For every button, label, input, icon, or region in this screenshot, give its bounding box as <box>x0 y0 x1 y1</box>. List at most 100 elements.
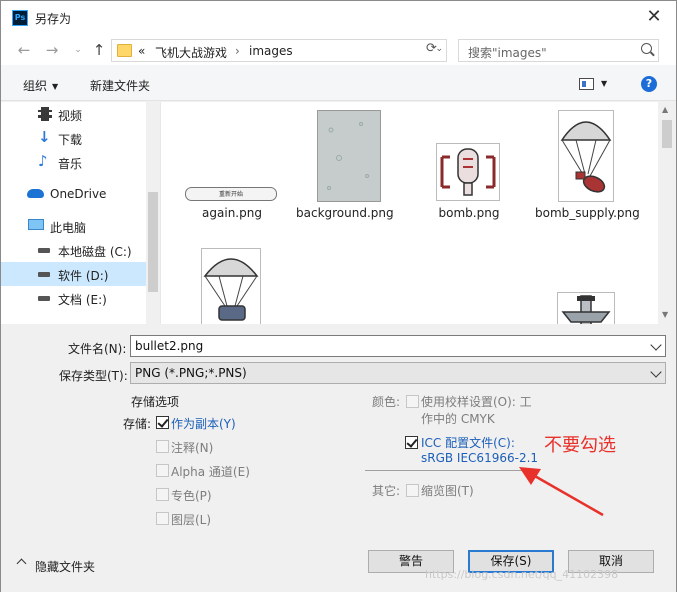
alpha-channel-checkbox <box>156 464 169 477</box>
back-arrow-icon[interactable]: ← <box>15 41 33 59</box>
search-icon[interactable] <box>641 43 652 54</box>
sidebar-item-music[interactable]: ♪ 音乐 <box>1 151 146 173</box>
breadcrumb-current[interactable]: images <box>249 44 293 58</box>
cloud-icon <box>27 189 44 198</box>
background-thumbnail <box>317 110 381 202</box>
proof-setup-checkbox <box>406 395 419 408</box>
search-box[interactable]: 搜索"images" <box>458 39 659 62</box>
drive-icon <box>38 296 50 301</box>
file-list-scrollbar[interactable]: ▲ ▼ <box>658 102 676 324</box>
music-icon: ♪ <box>38 152 48 170</box>
scroll-down-icon[interactable]: ▼ <box>662 310 668 319</box>
spot-color-label: 专色(P) <box>171 489 212 503</box>
filename-input[interactable]: bullet2.png <box>130 335 666 357</box>
thumbnail-label: 缩览图(T) <box>421 484 474 498</box>
search-placeholder: 搜索"images" <box>468 46 547 60</box>
bomb-thumbnail <box>436 143 500 201</box>
sidebar-scroll-thumb[interactable] <box>148 192 158 292</box>
bomb-supply-thumbnail <box>558 110 614 202</box>
breadcrumb-separator[interactable]: › <box>235 44 240 58</box>
drive-icon <box>38 272 50 277</box>
file-name: bomb_supply.png <box>535 206 640 220</box>
alpha-channel-label: Alpha 通道(E) <box>171 465 250 479</box>
title-bar: Ps 另存为 ✕ <box>1 1 676 35</box>
hide-folders-button[interactable]: 隐藏文件夹 <box>35 558 95 575</box>
file-item-again[interactable]: 重新开始 again.png <box>184 102 280 232</box>
file-item-bullet-supply[interactable] <box>184 248 280 324</box>
chevron-up-icon[interactable] <box>16 558 27 569</box>
sidebar-item-drive-e[interactable]: 文档 (E:) <box>1 287 146 309</box>
save-as-dialog: Ps 另存为 ✕ ← → ⌄ ↑ « 飞机大战游戏 › images ⌄ ⟳ 搜… <box>0 0 677 592</box>
storage-options-title: 存储选项 <box>131 395 180 409</box>
up-arrow-icon[interactable]: ↑ <box>90 41 108 59</box>
command-toolbar: 组织 ▼ 新建文件夹 ▼ ? <box>1 65 676 101</box>
navigation-pane: 视频 ↓ 下载 ♪ 音乐 OneDrive 此电脑 本地磁盘 (C:) 软件 (… <box>1 102 161 324</box>
file-list-scroll-thumb[interactable] <box>662 120 672 148</box>
other-label: 其它: <box>372 484 401 498</box>
chevron-down-icon[interactable] <box>650 339 662 351</box>
filetype-label: 保存类型(T): <box>59 369 128 383</box>
layers-checkbox <box>156 512 169 525</box>
filename-label: 文件名(N): <box>68 342 127 356</box>
proof-setup-label: 使用校样设置(O): 工 <box>421 395 532 409</box>
notes-checkbox <box>156 440 169 453</box>
proof-setup-label-line2: 作中的 CMYK <box>421 412 495 426</box>
sidebar-item-videos[interactable]: 视频 <box>1 103 146 125</box>
sidebar-scrollbar[interactable] <box>146 102 160 324</box>
close-icon[interactable]: ✕ <box>644 7 664 27</box>
file-item-bomb[interactable]: bomb.png <box>421 102 517 232</box>
drive-icon <box>38 248 50 253</box>
file-item-enemy[interactable] <box>539 292 635 324</box>
file-list: 重新开始 again.png background.png bomb.png b… <box>161 102 658 324</box>
sidebar-item-onedrive[interactable]: OneDrive <box>1 183 146 205</box>
window-title: 另存为 <box>35 12 72 26</box>
bullet-supply-thumbnail <box>201 248 261 324</box>
as-copy-checkbox[interactable] <box>156 416 169 429</box>
annotation-arrow <box>519 467 604 517</box>
organize-menu[interactable]: 组织 ▼ <box>23 77 58 94</box>
folder-icon <box>117 44 132 57</box>
recent-dropdown-icon[interactable]: ⌄ <box>69 41 87 59</box>
sidebar-item-drive-d[interactable]: 软件 (D:) <box>1 262 146 286</box>
icc-profile-checkbox[interactable] <box>405 436 418 449</box>
again-thumbnail-text: 重新开始 <box>218 191 243 198</box>
refresh-icon[interactable]: ⟳ <box>426 41 437 56</box>
view-dropdown-icon[interactable]: ▼ <box>601 79 607 88</box>
chevron-down-icon[interactable] <box>650 366 662 378</box>
sidebar-item-downloads[interactable]: ↓ 下载 <box>1 127 146 149</box>
address-bar[interactable]: « 飞机大战游戏 › images ⌄ <box>111 39 447 62</box>
thumbnail-checkbox <box>406 484 419 497</box>
view-mode-icon[interactable] <box>579 78 594 90</box>
file-item-background[interactable]: background.png <box>296 102 394 242</box>
save-options-panel: 文件名(N): bullet2.png 保存类型(T): PNG (*.PNG;… <box>1 325 676 592</box>
spot-color-checkbox <box>156 488 169 501</box>
breadcrumb-overflow[interactable]: « <box>138 44 145 58</box>
layers-label: 图层(L) <box>171 513 212 527</box>
watermark-text: https://blog.csdn.net/qq_41102398 <box>425 568 619 581</box>
forward-arrow-icon[interactable]: → <box>43 41 61 59</box>
color-label: 颜色: <box>372 395 401 409</box>
help-icon[interactable]: ? <box>641 76 657 92</box>
enemy-thumbnail <box>557 292 615 324</box>
download-icon: ↓ <box>38 128 51 146</box>
sidebar-item-drive-c[interactable]: 本地磁盘 (C:) <box>1 239 146 261</box>
icc-profile-label[interactable]: ICC 配置文件(C): <box>421 434 515 451</box>
file-name: bomb.png <box>438 206 500 220</box>
scroll-up-icon[interactable]: ▲ <box>662 105 668 114</box>
breadcrumb-parent[interactable]: 飞机大战游戏 <box>155 44 227 61</box>
annotation-text: 不要勾选 <box>544 435 616 456</box>
navigation-bar: ← → ⌄ ↑ « 飞机大战游戏 › images ⌄ ⟳ 搜索"images" <box>1 35 676 65</box>
chevron-down-icon: ▼ <box>52 82 59 91</box>
video-icon <box>38 107 52 121</box>
computer-icon <box>28 219 44 230</box>
storage-label: 存储: <box>123 417 152 431</box>
filetype-value: PNG (*.PNG;*.PNS) <box>135 366 247 380</box>
filename-value: bullet2.png <box>135 339 204 353</box>
notes-label: 注释(N) <box>171 441 214 455</box>
file-item-bomb-supply[interactable]: bomb_supply.png <box>535 102 640 242</box>
new-folder-button[interactable]: 新建文件夹 <box>90 77 150 94</box>
filetype-select[interactable]: PNG (*.PNG;*.PNS) <box>130 362 666 384</box>
as-copy-label[interactable]: 作为副本(Y) <box>171 415 236 432</box>
sidebar-item-this-pc[interactable]: 此电脑 <box>1 215 146 237</box>
file-name: background.png <box>296 206 394 220</box>
